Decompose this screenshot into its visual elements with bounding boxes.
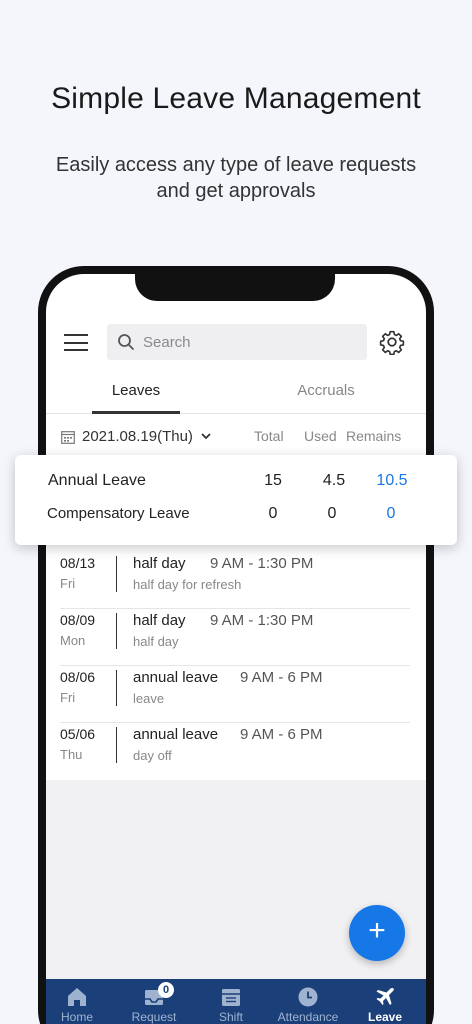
hero-title: Simple Leave Management xyxy=(51,82,421,115)
nav-label: Leave xyxy=(367,1010,403,1024)
nav-attendance[interactable]: Attendance xyxy=(270,979,346,1024)
leave-type: half day xyxy=(133,555,186,572)
calendar-icon xyxy=(222,989,240,1006)
hero-subtitle-line1: Easily access any type of leave requests xyxy=(55,154,417,176)
tab-leaves[interactable]: Leaves xyxy=(92,382,180,399)
summary-row-annual: Annual Leave 15 4.5 10.5 xyxy=(15,472,457,502)
request-badge: 0 xyxy=(158,982,174,998)
active-tab-indicator xyxy=(92,411,180,414)
leave-time: 9 AM - 1:30 PM xyxy=(210,612,314,629)
column-header-remains: Remains xyxy=(346,428,402,444)
phone-frame: Search Leaves Accruals 2021.08.19(Thu) T… xyxy=(38,266,434,1024)
phone-notch xyxy=(135,274,335,301)
leave-date: 08/09 xyxy=(60,612,96,628)
summary-leave-name: Annual Leave xyxy=(48,472,146,489)
leave-item[interactable]: 08/09 Mon half day 9 AM - 1:30 PM half d… xyxy=(60,609,410,666)
column-header-total: Total xyxy=(254,428,284,444)
leave-type: annual leave xyxy=(133,669,219,686)
leave-item[interactable]: 08/13 Fri half day 9 AM - 1:30 PM half d… xyxy=(60,552,410,609)
gear-icon[interactable] xyxy=(379,329,405,355)
leave-summary-card: Annual Leave 15 4.5 10.5 Compensatory Le… xyxy=(15,455,457,545)
summary-remains: 0 xyxy=(386,505,396,522)
plus-icon: + xyxy=(368,914,386,947)
leave-note: leave xyxy=(133,691,165,706)
app-screen: Search Leaves Accruals 2021.08.19(Thu) T… xyxy=(46,274,426,1024)
nav-request[interactable]: 0 Request xyxy=(116,979,192,1024)
leave-item[interactable]: 08/06 Fri annual leave 9 AM - 6 PM leave xyxy=(60,666,410,723)
top-bar: Search xyxy=(46,323,426,363)
airplane-icon xyxy=(376,987,394,1005)
hamburger-menu-icon[interactable] xyxy=(64,334,88,351)
leave-type: annual leave xyxy=(133,726,219,743)
date-selector[interactable]: 2021.08.19(Thu) xyxy=(82,428,193,445)
summary-used: 4.5 xyxy=(322,472,346,489)
leave-date: 08/06 xyxy=(60,669,96,685)
leave-day: Mon xyxy=(60,633,86,648)
summary-used: 0 xyxy=(327,505,337,522)
divider xyxy=(116,556,117,592)
hero-subtitle: Easily access any type of leave requests… xyxy=(40,152,432,204)
bottom-nav: Home 0 Request Shift Attendance Leave xyxy=(46,979,426,1024)
calendar-icon xyxy=(61,431,75,444)
summary-total: 0 xyxy=(268,505,278,522)
chevron-down-icon[interactable] xyxy=(200,430,212,442)
nav-label: Attendance xyxy=(277,1010,339,1024)
hero-subtitle-line2: and get approvals xyxy=(156,180,316,202)
leave-time: 9 AM - 6 PM xyxy=(240,726,323,743)
leave-time: 9 AM - 1:30 PM xyxy=(210,555,314,572)
divider xyxy=(116,613,117,649)
clock-icon xyxy=(298,987,318,1007)
search-icon xyxy=(118,334,134,350)
summary-total: 15 xyxy=(264,472,282,489)
home-icon xyxy=(68,988,86,1006)
summary-leave-name: Compensatory Leave xyxy=(47,505,190,522)
leave-note: day off xyxy=(133,748,172,763)
nav-label: Shift xyxy=(218,1010,243,1024)
tab-accruals[interactable]: Accruals xyxy=(282,382,370,399)
divider xyxy=(116,670,117,706)
nav-home[interactable]: Home xyxy=(46,979,115,1024)
leave-date: 08/13 xyxy=(60,555,96,571)
nav-leave[interactable]: Leave xyxy=(347,979,423,1024)
leave-day: Thu xyxy=(60,747,83,762)
nav-label: Request xyxy=(131,1010,177,1024)
column-header-used: Used xyxy=(304,428,337,444)
nav-shift[interactable]: Shift xyxy=(193,979,269,1024)
date-filter-bar: 2021.08.19(Thu) Total Used Remains xyxy=(46,424,426,454)
leave-day: Fri xyxy=(60,690,76,705)
summary-row-compensatory: Compensatory Leave 0 0 0 xyxy=(15,505,457,535)
search-placeholder: Search xyxy=(143,334,191,351)
leave-note: half day for refresh xyxy=(133,577,242,592)
tab-bar: Leaves Accruals xyxy=(46,378,426,414)
leave-date: 05/06 xyxy=(60,726,96,742)
summary-remains: 10.5 xyxy=(376,472,408,489)
leave-item[interactable]: 05/06 Thu annual leave 9 AM - 6 PM day o… xyxy=(60,723,410,780)
leave-day: Fri xyxy=(60,576,76,591)
add-leave-button[interactable]: + xyxy=(349,905,405,961)
search-input[interactable]: Search xyxy=(107,324,367,360)
leave-time: 9 AM - 6 PM xyxy=(240,669,323,686)
leave-note: half day xyxy=(133,634,179,649)
leave-type: half day xyxy=(133,612,186,629)
nav-label: Home xyxy=(60,1010,93,1024)
leave-list: 08/13 Fri half day 9 AM - 1:30 PM half d… xyxy=(46,552,426,780)
divider xyxy=(116,727,117,763)
